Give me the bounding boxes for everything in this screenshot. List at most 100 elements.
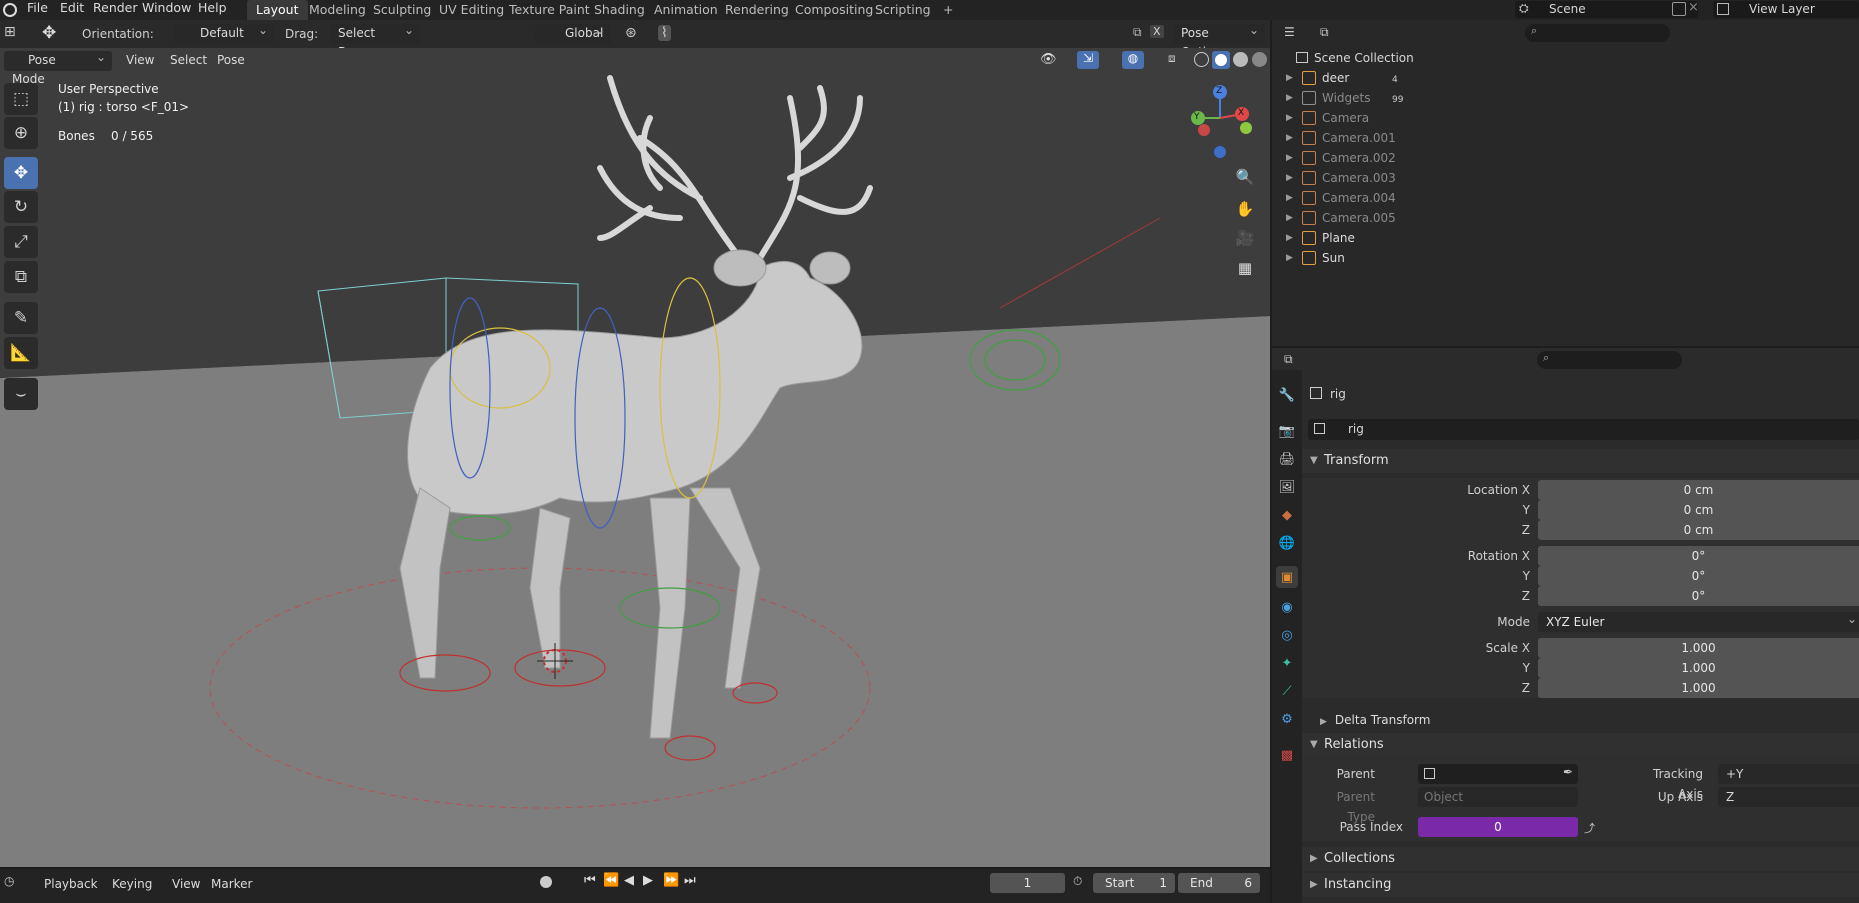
properties-editor-icon[interactable]: ⧉ <box>1284 352 1293 367</box>
viewport-menu-view[interactable]: View <box>119 50 161 70</box>
eyedropper-icon[interactable]: ✒ <box>1563 765 1573 779</box>
timeline-menu-playback[interactable]: Playback <box>44 874 98 894</box>
outliner-display-mode-icon[interactable]: ⧉ <box>1320 25 1329 40</box>
record-icon[interactable] <box>540 876 552 888</box>
current-frame-field[interactable]: 1 <box>990 873 1065 893</box>
scene-copy-icon[interactable] <box>1672 2 1686 16</box>
parent-field[interactable]: ✒ <box>1418 764 1578 784</box>
scale-z-field[interactable]: 1.000 <box>1538 678 1859 698</box>
expand-triangle-icon[interactable]: ▶ <box>1286 248 1293 268</box>
expand-triangle-icon[interactable]: ▶ <box>1286 88 1293 108</box>
shading-material-icon[interactable] <box>1233 52 1248 67</box>
collections-panel-header[interactable]: ▶ Collections <box>1302 847 1859 871</box>
outliner-row[interactable]: ▶ Camera.004 <box>1280 188 1859 208</box>
outliner-row[interactable]: ▶ Sun <box>1280 248 1859 268</box>
mode-dropdown[interactable]: Pose Mode <box>4 48 112 86</box>
outliner-search-input[interactable]: ⌕ <box>1525 24 1670 42</box>
scale-y-field[interactable]: 1.000 <box>1538 658 1859 678</box>
gizmo-axis-z[interactable]: Z <box>1216 86 1222 96</box>
scene-collection-row[interactable]: Scene Collection <box>1296 48 1414 68</box>
outliner-row[interactable]: ▶ Camera.002 <box>1280 148 1859 168</box>
rotate-tool[interactable]: ↻ <box>4 191 38 223</box>
workspace-tab-scripting[interactable]: Scripting <box>866 0 940 20</box>
transform-tool[interactable]: ⧉ <box>4 261 38 293</box>
jump-prev-key-icon[interactable]: ⏪ <box>603 873 619 888</box>
workspace-tab-layout[interactable]: Layout <box>247 0 308 20</box>
gizmo-toggle-icon[interactable]: ⇲ <box>1077 51 1099 69</box>
output-tab-icon[interactable]: 🖨 <box>1276 448 1298 470</box>
timeline-editor-icon[interactable]: ◷ <box>4 874 14 888</box>
menu-window[interactable]: Window <box>135 0 198 20</box>
parent-type-dropdown[interactable]: Object <box>1418 787 1578 807</box>
snap-icon[interactable]: ⌇ <box>658 25 671 41</box>
timeline-menu-keying[interactable]: Keying <box>112 874 152 894</box>
tool-tab-icon[interactable]: 🔧 <box>1276 384 1298 406</box>
rotation-z-field[interactable]: 0° <box>1538 586 1859 606</box>
rotation-x-field[interactable]: 0° <box>1538 546 1859 566</box>
tracking-axis-dropdown[interactable]: +Y <box>1718 764 1859 784</box>
workspace-tab-sculpting[interactable]: Sculpting <box>364 0 440 20</box>
3d-viewport[interactable] <box>0 48 1270 867</box>
gizmo-axis-x[interactable]: X <box>1238 108 1244 118</box>
expand-triangle-icon[interactable]: ▶ <box>1286 168 1293 188</box>
orientation-dropdown[interactable]: Default <box>174 21 274 44</box>
menu-file[interactable]: File <box>20 0 55 20</box>
gizmo-axis-y[interactable]: Y <box>1194 112 1200 122</box>
location-z-field[interactable]: 0 cm <box>1538 520 1859 540</box>
jump-next-key-icon[interactable]: ⏩ <box>663 873 679 888</box>
end-frame-field[interactable]: End 6 <box>1178 873 1260 893</box>
scene-selector[interactable]: ⛭ Scene <box>1515 1 1698 18</box>
rotation-mode-dropdown[interactable]: XYZ Euler ⌄ <box>1538 612 1859 632</box>
menu-help[interactable]: Help <box>191 0 234 20</box>
object-constraint-tab-icon[interactable]: ⚙ <box>1276 708 1298 730</box>
transform-space-dropdown[interactable]: Global <box>535 21 611 44</box>
expand-triangle-icon[interactable]: ▶ <box>1286 68 1293 88</box>
instancing-panel-header[interactable]: ▶ Instancing <box>1302 873 1859 897</box>
drag-dropdown[interactable]: Select Box <box>330 21 420 59</box>
workspace-tab-animation[interactable]: Animation <box>645 0 727 20</box>
jump-start-icon[interactable]: ⏮ <box>584 873 596 888</box>
view-layer-tab-icon[interactable]: 🖼 <box>1276 476 1298 498</box>
workspace-tab-texture-paint[interactable]: Texture Paint <box>500 0 599 20</box>
relax-tool[interactable]: ⌣ <box>4 378 38 410</box>
pan-hand-icon[interactable]: ✋ <box>1232 196 1258 222</box>
pass-index-field[interactable]: 0 <box>1418 817 1578 837</box>
measure-tool[interactable]: 📐 <box>4 337 38 369</box>
viewport-menu-select[interactable]: Select <box>163 50 214 70</box>
texture-tab-icon[interactable]: ▩ <box>1276 744 1298 766</box>
overlay-toggle-icon[interactable]: ◍ <box>1122 51 1144 69</box>
select-box-tool[interactable]: ⬚ <box>4 83 38 115</box>
visibility-icon[interactable]: 👁 <box>1040 52 1057 67</box>
world-tab-icon[interactable]: 🌐 <box>1276 532 1298 554</box>
expand-triangle-icon[interactable]: ▶ <box>1286 208 1293 228</box>
play-icon[interactable]: ▶ <box>643 873 653 888</box>
location-x-field[interactable]: 0 cm <box>1538 480 1859 500</box>
outliner-row[interactable]: ▶ Camera.003 <box>1280 168 1859 188</box>
start-frame-field[interactable]: Start 1 <box>1093 873 1175 893</box>
move-tool[interactable]: ✥ <box>4 157 38 189</box>
object-data-field[interactable]: rig <box>1308 419 1859 440</box>
outliner-row[interactable]: ▶ Camera <box>1280 108 1859 128</box>
decorator-keyframe-icon[interactable]: ⤴ <box>1584 820 1595 836</box>
workspace-tab-shading[interactable]: Shading <box>585 0 654 20</box>
outliner-row[interactable]: ▶ Widgets 99 <box>1280 88 1859 108</box>
delta-transform-header[interactable]: ▶ Delta Transform <box>1320 710 1430 730</box>
scene-tab-icon[interactable]: ◆ <box>1276 504 1298 526</box>
shading-solid-icon[interactable] <box>1212 51 1230 69</box>
viewport-menu-pose[interactable]: Pose <box>210 50 252 70</box>
expand-triangle-icon[interactable]: ▶ <box>1286 108 1293 128</box>
properties-search-input[interactable]: ⌕ <box>1537 351 1682 369</box>
location-y-field[interactable]: 0 cm <box>1538 500 1859 520</box>
expand-triangle-icon[interactable]: ▶ <box>1286 148 1293 168</box>
perspective-grid-icon[interactable]: ▦ <box>1232 255 1258 281</box>
bone-tab-icon[interactable]: ✦ <box>1276 652 1298 674</box>
rotation-y-field[interactable]: 0° <box>1538 566 1859 586</box>
x-mirror-icon[interactable]: ⧉ <box>1133 25 1142 40</box>
scale-tool[interactable]: ⤢ <box>4 226 38 258</box>
shading-rendered-icon[interactable] <box>1252 52 1267 67</box>
annotate-tool[interactable]: ✎ <box>4 302 38 334</box>
expand-triangle-icon[interactable]: ▶ <box>1286 188 1293 208</box>
scene-close-icon[interactable]: × <box>1688 0 1699 15</box>
outliner-row[interactable]: ▶ Plane <box>1280 228 1859 248</box>
physics-tab-icon[interactable]: ◎ <box>1276 624 1298 646</box>
